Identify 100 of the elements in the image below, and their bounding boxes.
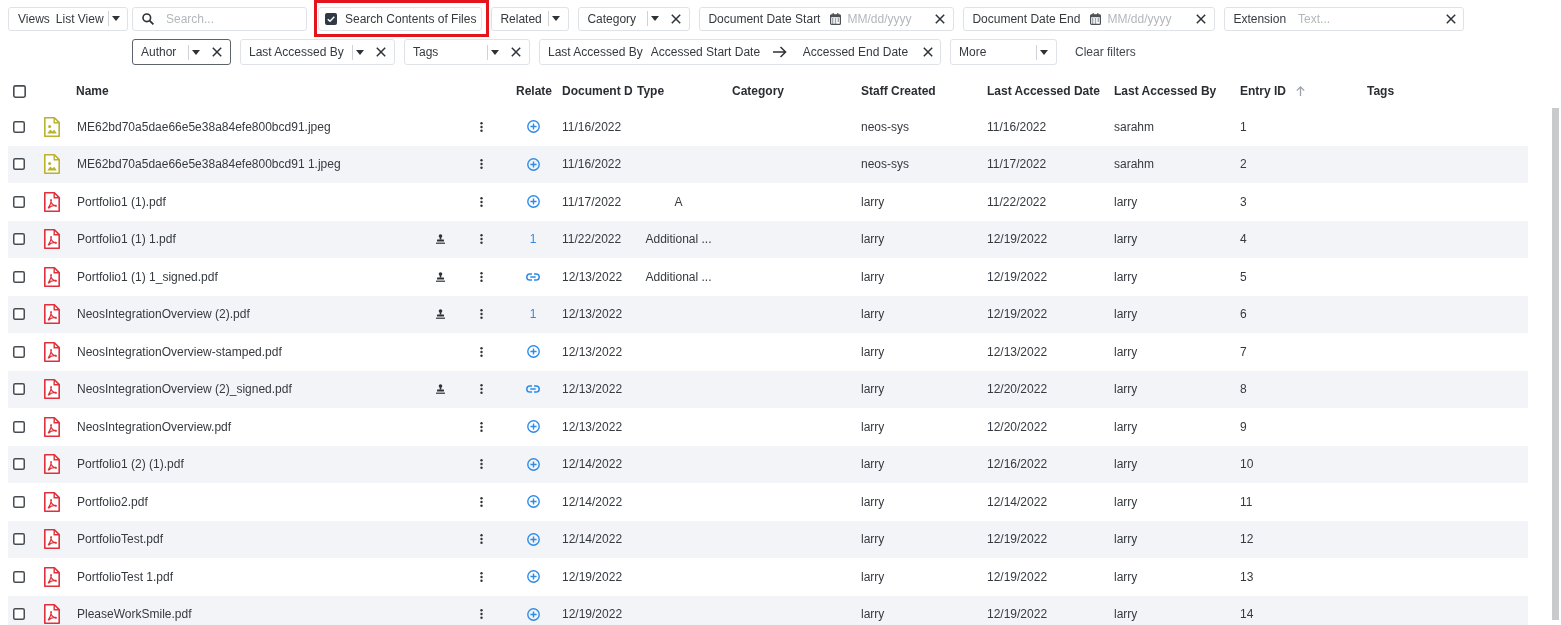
plus-circle-icon[interactable] [526, 495, 540, 509]
file-name[interactable]: NeosIntegrationOverview (2)_signed.pdf [77, 380, 292, 399]
plus-circle-icon[interactable] [526, 570, 540, 584]
document-date: 11/17/2022 [562, 193, 622, 211]
date-filter[interactable]: Document Date End MM/dd/yyyy [963, 6, 1216, 31]
file-name[interactable]: NeosIntegrationOverview.pdf [77, 417, 232, 436]
date-filter[interactable]: Document Date Start MM/dd/yyyy [699, 6, 955, 31]
plus-circle-icon[interactable] [526, 457, 540, 471]
close-icon[interactable] [923, 47, 933, 57]
plus-circle-icon[interactable] [526, 420, 540, 434]
pdf-file-icon [44, 304, 60, 325]
file-name[interactable]: ME62bd70a5dae66e5e38a84efe800bcd91 1.jpeg [77, 155, 341, 174]
column-header[interactable]: Entry ID [1240, 82, 1286, 100]
column-header[interactable]: Type [637, 82, 665, 100]
close-icon[interactable] [376, 47, 386, 57]
checkbox[interactable] [13, 84, 26, 98]
more-options-icon[interactable] [479, 121, 483, 132]
document-type: A [674, 193, 683, 211]
close-icon[interactable] [511, 47, 521, 57]
start-date-input[interactable]: Accessed Start Date [650, 43, 769, 61]
column-header[interactable]: Name [76, 82, 109, 100]
checkbox[interactable] [13, 608, 25, 621]
more-options-icon[interactable] [479, 571, 483, 582]
checkbox[interactable] [13, 120, 25, 133]
close-icon[interactable] [935, 13, 946, 24]
checkbox[interactable] [13, 533, 25, 546]
checkbox[interactable] [13, 458, 25, 471]
more-options-icon[interactable] [479, 421, 483, 432]
plus-circle-icon[interactable] [526, 157, 540, 171]
checkbox[interactable] [13, 420, 25, 433]
more-options-icon[interactable] [479, 346, 483, 357]
checkbox[interactable] [13, 233, 25, 246]
filter-dropdown[interactable]: Author [132, 39, 231, 65]
scrollbar-thumb[interactable] [1552, 108, 1559, 620]
date-input[interactable]: MM/dd/yyyy [1107, 9, 1197, 28]
close-icon[interactable] [212, 47, 222, 57]
date-range-filter[interactable]: Last Accessed By Accessed Start Date Accessed End Date [539, 39, 941, 65]
more-options-icon[interactable] [479, 309, 483, 320]
plus-circle-icon[interactable] [526, 345, 540, 359]
filter-dropdown[interactable]: Tags [404, 39, 530, 65]
close-icon[interactable] [1446, 13, 1457, 24]
link-icon[interactable] [526, 272, 540, 281]
search-contents-toggle[interactable]: Search Contents of Files [318, 6, 483, 31]
file-name[interactable]: ME62bd70a5dae66e5e38a84efe800bcd91.jpeg [77, 117, 331, 136]
file-name[interactable]: Portfolio1 (1) 1_signed.pdf [77, 267, 218, 286]
more-options-icon[interactable] [479, 459, 483, 470]
more-options-icon[interactable] [479, 159, 483, 170]
column-header[interactable]: Relate [516, 82, 553, 100]
column-header[interactable]: Staff Created [861, 82, 936, 100]
end-date-input[interactable]: Accessed End Date [802, 43, 923, 61]
search-input[interactable]: Search... [166, 9, 300, 28]
filter-dropdown[interactable]: Related [491, 6, 570, 31]
checkbox[interactable] [13, 495, 25, 508]
more-options-icon[interactable] [479, 234, 483, 245]
checkbox[interactable] [13, 383, 25, 396]
plus-circle-icon[interactable] [526, 532, 540, 546]
views-dropdown[interactable]: Views List View [8, 6, 128, 31]
date-input[interactable]: MM/dd/yyyy [847, 9, 936, 28]
more-options-icon[interactable] [479, 609, 483, 620]
more-options-icon[interactable] [479, 496, 483, 507]
link-icon[interactable] [526, 385, 540, 394]
text-input[interactable]: Text... [1298, 9, 1447, 28]
search-field[interactable]: Search... [132, 6, 307, 31]
filter-dropdown[interactable]: Last Accessed By [240, 39, 395, 65]
file-name[interactable]: NeosIntegrationOverview-stamped.pdf [77, 342, 282, 361]
file-name[interactable]: Portfolio2.pdf [77, 492, 148, 511]
column-header[interactable]: Tags [1367, 82, 1395, 100]
sort-arrow-up-icon[interactable] [1296, 86, 1305, 96]
column-header[interactable]: Category [732, 82, 784, 100]
file-name[interactable]: NeosIntegrationOverview (2).pdf [77, 305, 250, 324]
more-options-icon[interactable] [479, 534, 483, 545]
text-filter[interactable]: Extension Text... [1224, 6, 1465, 31]
column-header[interactable]: Last Accessed By [1114, 82, 1217, 100]
file-name[interactable]: Portfolio1 (1) 1.pdf [77, 230, 176, 249]
checkbox[interactable] [13, 570, 25, 583]
checkbox[interactable] [325, 12, 337, 25]
more-options-icon[interactable] [479, 196, 483, 207]
plus-circle-icon[interactable] [526, 195, 540, 209]
plus-circle-icon[interactable] [526, 120, 540, 134]
checkbox[interactable] [13, 270, 25, 283]
clear-filters-link[interactable]: Clear filters [1075, 43, 1136, 61]
checkbox[interactable] [13, 345, 25, 358]
file-name[interactable]: Portfolio1 (1).pdf [77, 192, 166, 211]
column-header[interactable]: Last Accessed Date [987, 82, 1100, 100]
checkbox[interactable] [13, 308, 25, 321]
file-name[interactable]: PleaseWorkSmile.pdf [77, 605, 192, 624]
filter-dropdown[interactable]: Category [578, 6, 691, 31]
file-name[interactable]: PortfolioTest 1.pdf [77, 567, 174, 586]
checkbox[interactable] [13, 158, 25, 171]
more-options-icon[interactable] [479, 271, 483, 282]
more-options-icon[interactable] [479, 384, 483, 395]
close-icon[interactable] [671, 13, 682, 24]
pdf-file-icon [44, 529, 60, 550]
checkbox[interactable] [13, 195, 25, 208]
file-name[interactable]: Portfolio1 (2) (1).pdf [77, 455, 184, 474]
filter-dropdown[interactable]: More [950, 39, 1057, 65]
file-name[interactable]: PortfolioTest.pdf [77, 530, 164, 549]
column-header[interactable]: Document D [562, 82, 633, 100]
close-icon[interactable] [1196, 13, 1207, 24]
plus-circle-icon[interactable] [526, 607, 540, 621]
